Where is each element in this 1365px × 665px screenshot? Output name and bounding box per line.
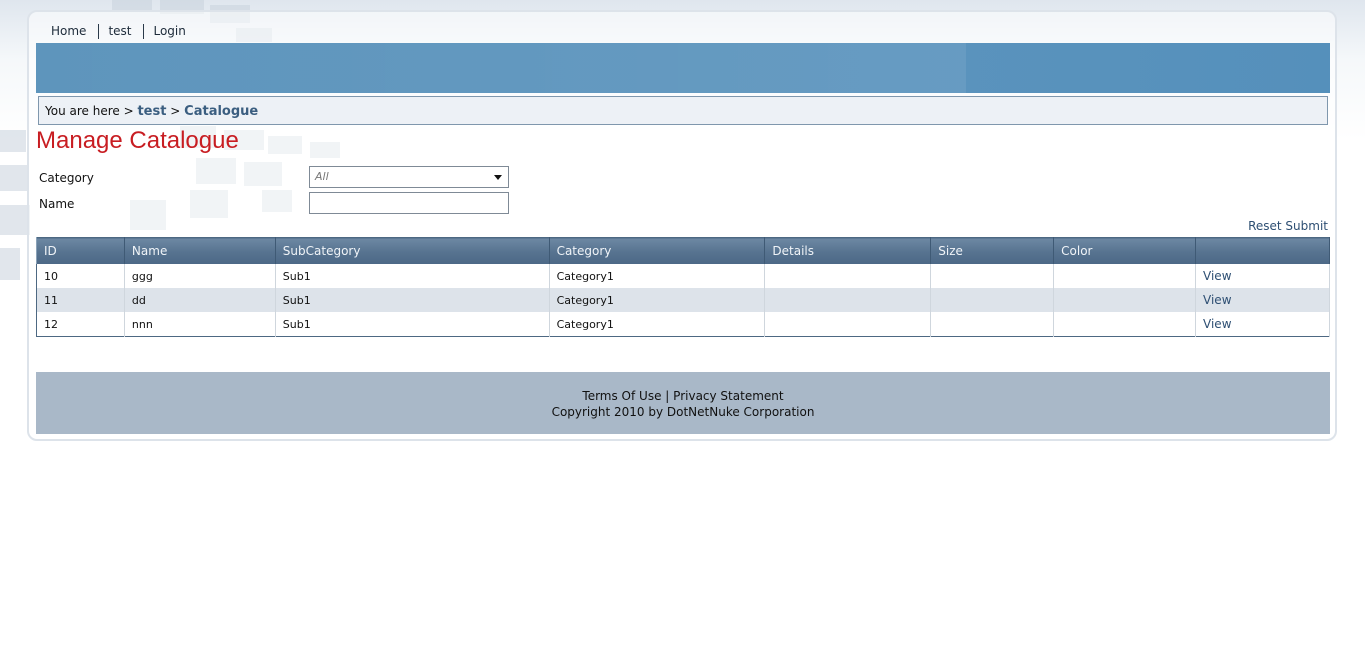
column-header-subcategory[interactable]: SubCategory — [274, 237, 550, 264]
form-actions: Reset Submit — [1248, 219, 1328, 233]
cell-size — [930, 264, 1055, 288]
view-link[interactable]: View — [1203, 269, 1231, 283]
cell-name: dd — [124, 288, 276, 312]
column-header-details[interactable]: Details — [764, 237, 932, 264]
table-header-row: ID Name SubCategory Category Details Siz… — [36, 237, 1330, 264]
nav-home-link[interactable]: Home — [42, 23, 98, 39]
view-link[interactable]: View — [1203, 317, 1231, 331]
footer-divider: | — [665, 389, 670, 403]
breadcrumb-item-catalogue[interactable]: Catalogue — [184, 104, 258, 119]
cell-color — [1053, 312, 1197, 337]
cell-color — [1053, 264, 1197, 288]
cell-details — [764, 288, 932, 312]
breadcrumb-prefix: You are here > — [45, 104, 134, 118]
page-footer: Terms Of Use | Privacy Statement Copyrig… — [36, 372, 1330, 434]
breadcrumb-separator: > — [170, 104, 181, 118]
reset-button[interactable]: Reset — [1248, 219, 1282, 233]
nav-test-link[interactable]: test — [99, 23, 143, 39]
category-select-value: All — [315, 170, 329, 183]
cell-color — [1053, 288, 1197, 312]
terms-of-use-link[interactable]: Terms Of Use — [582, 389, 661, 403]
cell-id: 12 — [36, 312, 125, 337]
column-header-action — [1195, 237, 1330, 264]
breadcrumb: You are here > test > Catalogue — [38, 96, 1328, 125]
name-input[interactable] — [309, 192, 509, 214]
cell-category: Category1 — [549, 312, 766, 337]
column-header-size[interactable]: Size — [930, 237, 1055, 264]
column-header-category[interactable]: Category — [548, 237, 766, 264]
column-header-name[interactable]: Name — [123, 237, 276, 264]
cell-subcategory: Sub1 — [275, 312, 550, 337]
column-header-color[interactable]: Color — [1053, 237, 1197, 264]
name-label: Name — [39, 197, 75, 211]
cell-category: Category1 — [549, 288, 766, 312]
table-row: 10 ggg Sub1 Category1 View — [36, 264, 1330, 288]
breadcrumb-item-test[interactable]: test — [137, 104, 166, 119]
cell-name: nnn — [124, 312, 276, 337]
category-select[interactable]: All — [309, 166, 509, 188]
footer-links: Terms Of Use | Privacy Statement — [36, 388, 1330, 404]
cell-action: View — [1195, 312, 1330, 337]
cell-details — [764, 264, 932, 288]
column-header-id[interactable]: ID — [36, 237, 125, 264]
submit-button[interactable]: Submit — [1285, 219, 1328, 233]
cell-size — [930, 288, 1055, 312]
banner-sheen — [36, 43, 966, 93]
table-row: 11 dd Sub1 Category1 View — [36, 288, 1330, 312]
header-banner — [36, 43, 1330, 93]
cell-id: 11 — [36, 288, 125, 312]
cell-name: ggg — [124, 264, 276, 288]
page-title: Manage Catalogue — [36, 127, 239, 154]
catalogue-table: ID Name SubCategory Category Details Siz… — [36, 237, 1330, 337]
chevron-down-icon — [494, 175, 502, 180]
top-navigation: Home test Login — [42, 22, 198, 40]
cell-size — [930, 312, 1055, 337]
privacy-statement-link[interactable]: Privacy Statement — [673, 389, 783, 403]
cell-action: View — [1195, 288, 1330, 312]
category-label: Category — [39, 171, 94, 185]
view-link[interactable]: View — [1203, 293, 1231, 307]
cell-details — [764, 312, 932, 337]
cell-category: Category1 — [549, 264, 766, 288]
nav-login-link[interactable]: Login — [144, 23, 197, 39]
cell-id: 10 — [36, 264, 125, 288]
copyright-text: Copyright 2010 by DotNetNuke Corporation — [551, 405, 815, 419]
cell-subcategory: Sub1 — [275, 288, 550, 312]
table-row: 12 nnn Sub1 Category1 View — [36, 312, 1330, 337]
cell-subcategory: Sub1 — [275, 264, 550, 288]
cell-action: View — [1195, 264, 1330, 288]
